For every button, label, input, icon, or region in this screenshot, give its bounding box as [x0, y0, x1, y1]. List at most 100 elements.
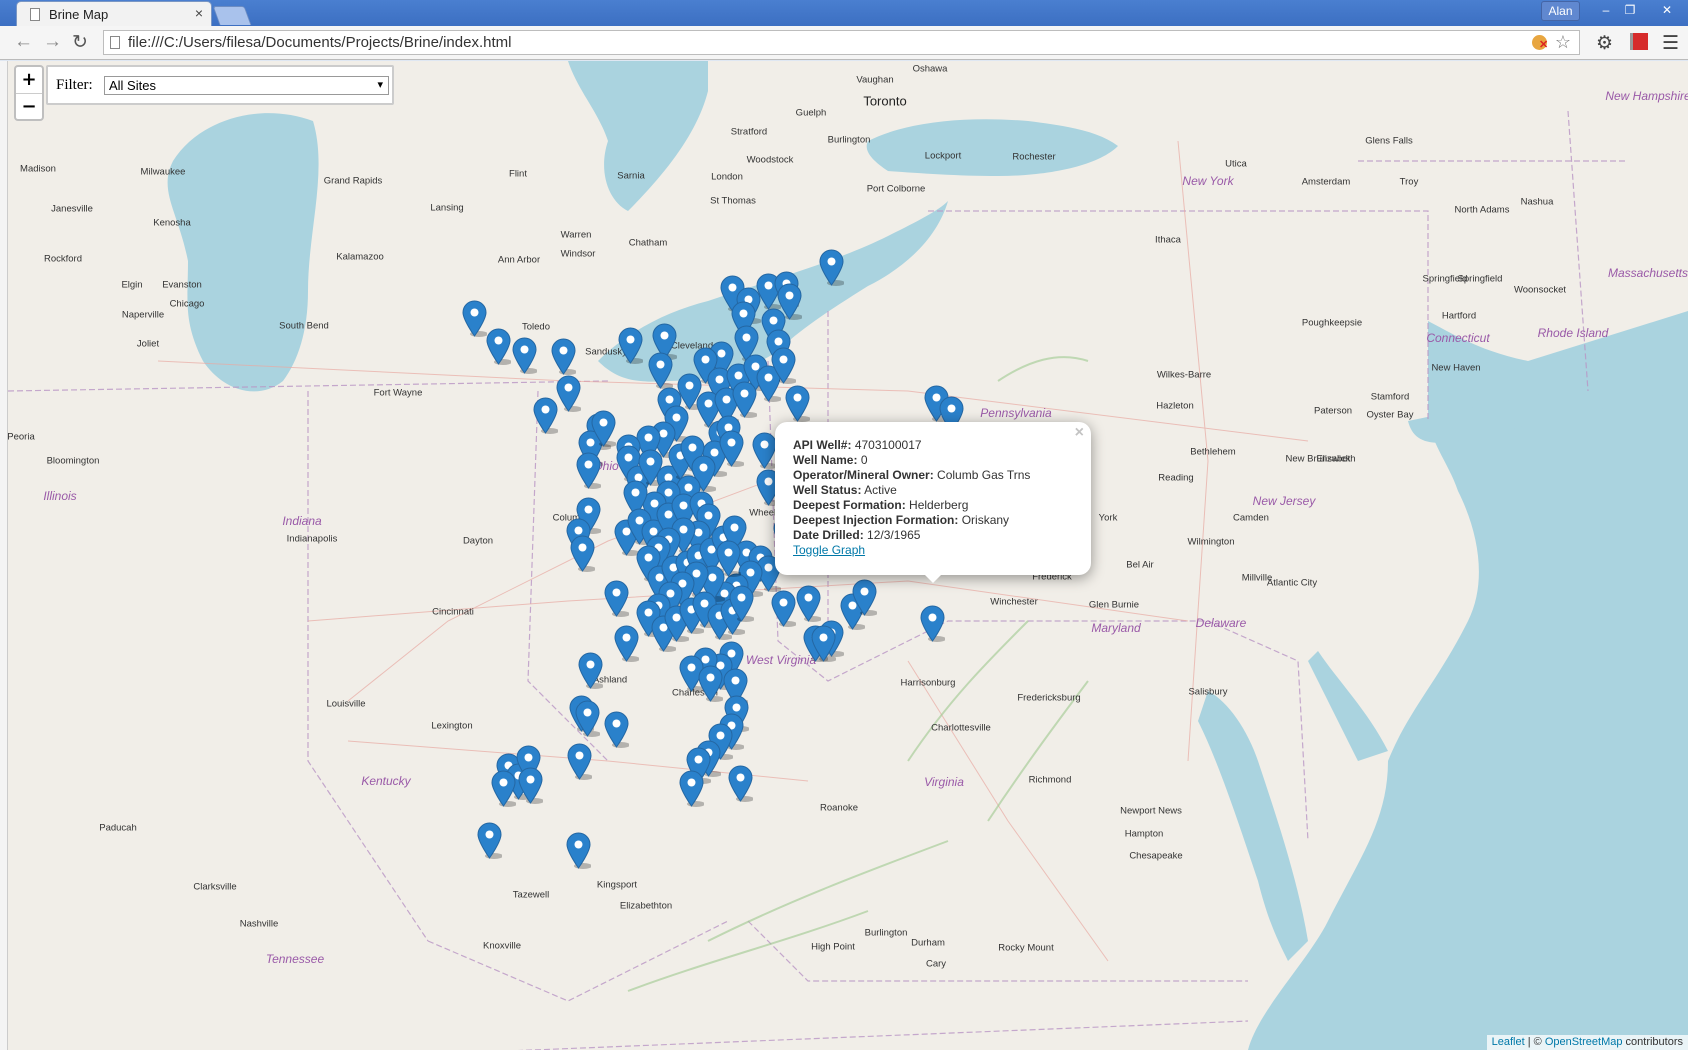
menu-icon[interactable]: ☰ — [1662, 32, 1679, 55]
well-marker-icon[interactable] — [647, 352, 674, 389]
well-marker-icon[interactable] — [731, 381, 758, 418]
city-label: Burlington — [864, 927, 908, 939]
city-label: Chicago — [169, 298, 205, 310]
well-marker-icon[interactable] — [575, 452, 602, 489]
well-marker-icon[interactable] — [818, 249, 845, 286]
lake-michigan — [167, 113, 319, 392]
toggle-graph-link[interactable]: Toggle Graph — [793, 543, 865, 557]
bookmark-star-icon[interactable]: ☆ — [1555, 32, 1571, 53]
well-marker-icon[interactable] — [851, 579, 878, 616]
city-label: Oshkosh — [89, 61, 127, 63]
well-marker-icon[interactable] — [795, 585, 822, 622]
state-label: Connecticut — [1426, 331, 1490, 345]
well-marker-icon[interactable] — [532, 397, 559, 434]
city-label: Indianapolis — [286, 533, 338, 545]
city-label: Lansing — [430, 202, 464, 214]
city-label: New Brunswick — [1285, 453, 1351, 465]
city-label: Kalamazoo — [336, 251, 384, 263]
city-label: High Point — [811, 941, 855, 953]
city-label: Ithaca — [1155, 234, 1181, 246]
leaflet-link[interactable]: Leaflet — [1492, 1036, 1525, 1048]
city-label: Clarksville — [193, 881, 237, 893]
well-marker-icon[interactable] — [678, 770, 705, 807]
city-label: Windsor — [560, 248, 596, 260]
osm-link[interactable]: OpenStreetMap — [1545, 1036, 1623, 1048]
state-label: New York — [1182, 174, 1234, 188]
city-label: Elgin — [121, 279, 143, 291]
well-marker-icon[interactable] — [697, 665, 724, 702]
well-marker-icon[interactable] — [784, 385, 811, 422]
city-label: Tazewell — [512, 889, 550, 901]
city-label: Newport News — [1120, 805, 1182, 817]
filter-label: Filter: — [56, 77, 93, 93]
city-label: Glens Falls — [1365, 135, 1413, 147]
forward-arrow-icon[interactable]: → — [43, 31, 62, 53]
well-marker-icon[interactable] — [617, 327, 644, 364]
city-label: Flint — [509, 168, 527, 180]
city-label: Woodstock — [746, 154, 794, 166]
reload-icon[interactable]: ↻ — [72, 31, 88, 54]
city-label: Dayton — [462, 535, 494, 547]
browser-tab[interactable]: Brine Map × — [16, 1, 212, 26]
well-marker-icon[interactable] — [728, 585, 755, 622]
well-marker-icon[interactable] — [565, 832, 592, 869]
state-label: Kentucky — [361, 774, 411, 788]
well-marker-icon[interactable] — [751, 432, 778, 469]
popup-close-icon[interactable]: × — [1075, 424, 1084, 442]
well-marker-icon[interactable] — [476, 822, 503, 859]
bookmark-extension-icon[interactable] — [1630, 33, 1648, 50]
well-marker-icon[interactable] — [603, 711, 630, 748]
well-marker-icon[interactable] — [590, 410, 617, 447]
user-profile-button[interactable]: Alan — [1541, 1, 1580, 21]
well-marker-icon[interactable] — [517, 767, 544, 804]
popup-tip — [922, 572, 944, 583]
well-marker-icon[interactable] — [727, 765, 754, 802]
new-tab-button[interactable] — [212, 6, 252, 25]
well-marker-icon[interactable] — [566, 743, 593, 780]
well-marker-icon[interactable] — [555, 375, 582, 412]
well-marker-icon[interactable] — [550, 338, 577, 375]
left-window-edge — [0, 61, 8, 1050]
well-marker-icon[interactable] — [569, 535, 596, 572]
well-marker-icon[interactable] — [718, 430, 745, 467]
well-marker-icon[interactable] — [511, 337, 538, 374]
filter-select[interactable]: All Sites ▾ — [104, 76, 389, 95]
city-label: Paterson — [1313, 405, 1353, 417]
city-label: Kingsport — [596, 879, 638, 891]
address-bar[interactable]: file:///C:/Users/filesa/Documents/Projec… — [103, 30, 1580, 55]
well-marker-icon[interactable] — [485, 328, 512, 365]
minimize-button[interactable]: ‒ — [1594, 1, 1618, 19]
city-label: North Adams — [1454, 204, 1510, 216]
zoom-in-button[interactable]: + — [16, 67, 42, 94]
back-arrow-icon[interactable]: ← — [14, 31, 33, 53]
map-view[interactable]: Oshkosh Oshawa Vaughan Toronto Guelph Stratfo… — [8, 61, 1688, 1050]
well-marker-icon[interactable] — [810, 625, 837, 662]
extension-gear-icon[interactable]: ⚙ — [1596, 32, 1613, 55]
well-marker-icon[interactable] — [603, 580, 630, 617]
city-label: Glen Burnie — [1088, 599, 1140, 611]
well-marker-icon[interactable] — [577, 652, 604, 689]
well-marker-icon[interactable] — [490, 770, 517, 807]
popup-row: Deepest Injection Formation: Oriskany — [793, 513, 1010, 527]
popup-row: Well Name: 0 — [793, 453, 868, 467]
well-marker-icon[interactable] — [715, 540, 742, 577]
url-text: file:///C:/Users/filesa/Documents/Projec… — [128, 34, 512, 51]
well-marker-icon[interactable] — [919, 605, 946, 642]
tab-close-icon[interactable]: × — [195, 5, 203, 21]
well-marker-icon[interactable] — [776, 283, 803, 320]
state-label: New Hampshire — [1605, 89, 1688, 103]
city-label: Atlantic City — [1266, 577, 1318, 589]
well-marker-icon[interactable] — [613, 625, 640, 662]
popup-row: Operator/Mineral Owner: Columb Gas Trns — [793, 468, 1031, 482]
well-marker-icon[interactable] — [770, 590, 797, 627]
well-marker-icon[interactable] — [770, 347, 797, 384]
city-label: Kenosha — [153, 217, 191, 229]
well-marker-icon[interactable] — [574, 700, 601, 737]
maximize-button[interactable]: ❐ — [1618, 1, 1642, 19]
blocked-content-icon[interactable] — [1532, 35, 1548, 51]
zoom-out-button[interactable]: − — [16, 94, 42, 120]
close-window-button[interactable]: ✕ — [1650, 1, 1684, 19]
well-marker-icon[interactable] — [461, 300, 488, 337]
city-label: Burlington — [827, 134, 871, 146]
city-label: Bel Air — [1126, 559, 1154, 571]
